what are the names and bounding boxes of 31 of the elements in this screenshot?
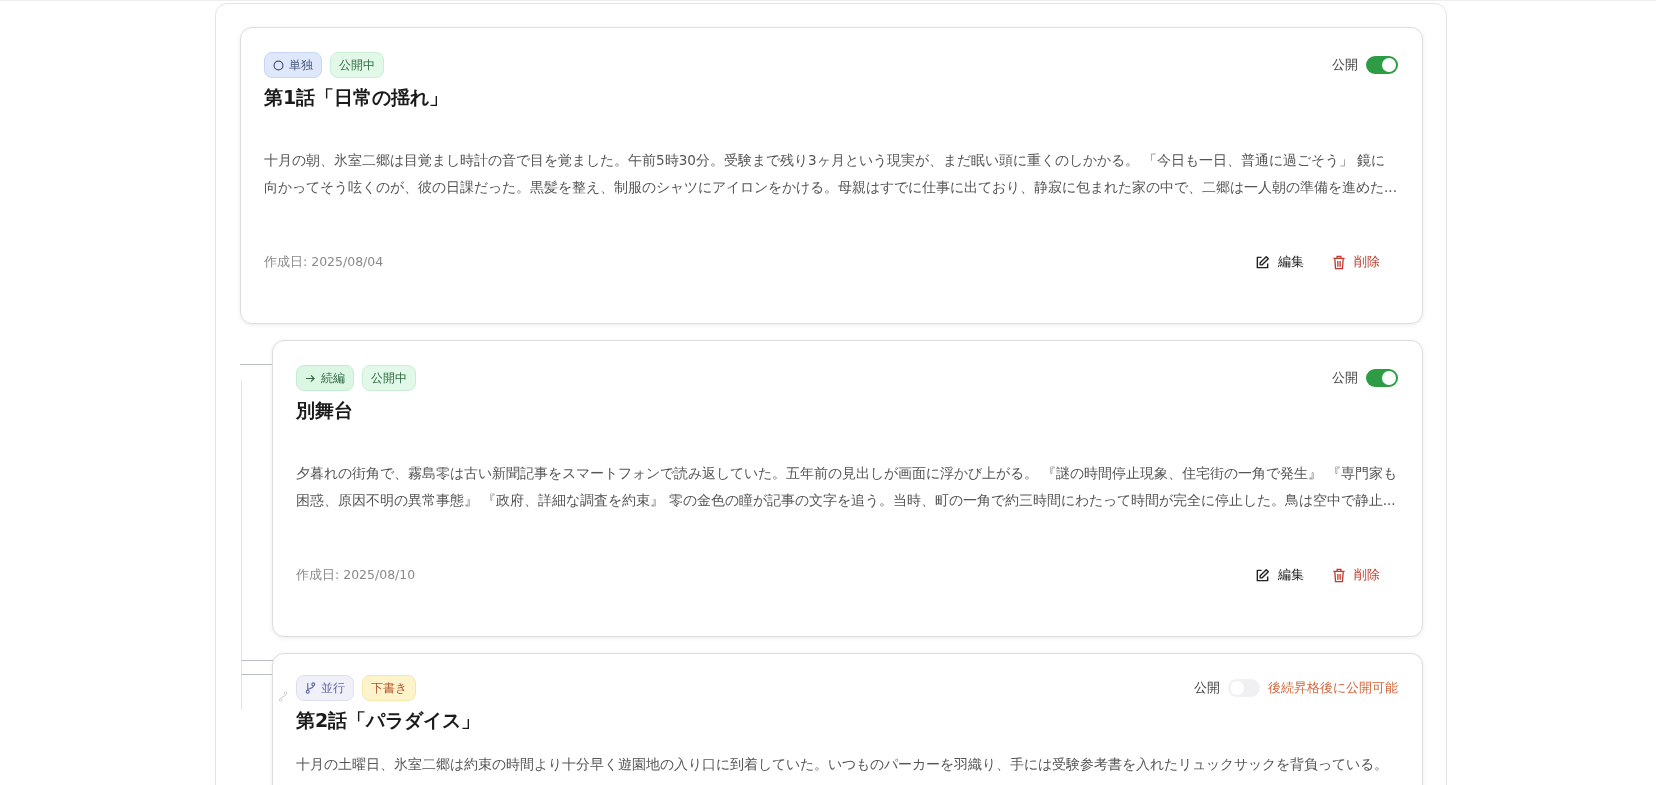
relation-tag: 単独 — [264, 52, 322, 78]
episode-title: 第2話「パラダイス」 — [296, 708, 482, 733]
created-date: 作成日: 2025/08/10 — [296, 565, 416, 584]
status-tag: 下書き — [362, 675, 416, 701]
relation-tag: 続編 — [296, 365, 354, 391]
arrow-icon — [305, 373, 316, 383]
created-date: 作成日: 2025/08/04 — [264, 252, 384, 271]
public-toggle[interactable] — [1366, 56, 1398, 74]
public-label: 公開 — [1332, 368, 1358, 387]
edit-icon — [1255, 254, 1270, 270]
trash-icon — [1332, 567, 1346, 583]
edit-button[interactable]: 編集 — [1245, 559, 1314, 591]
episode-title: 第1話「日常の揺れ」 — [264, 85, 450, 110]
status-tag: 公開中 — [330, 52, 384, 78]
trash-icon — [1332, 254, 1346, 270]
episode-title: 別舞台 — [296, 398, 354, 423]
delete-button[interactable]: 削除 — [1322, 246, 1390, 278]
delete-button[interactable]: 削除 — [1322, 559, 1390, 591]
edit-button[interactable]: 編集 — [1245, 246, 1314, 278]
public-label: 公開 — [1332, 55, 1358, 74]
publish-note: 後続昇格後に公開可能 — [1268, 678, 1398, 697]
status-tag: 公開中 — [362, 365, 416, 391]
circle-icon — [273, 59, 284, 71]
episode-synopsis: 十月の朝、氷室二郷は目覚まし時計の音で目を覚ました。午前5時30分。受験まで残り3ヶ月という現実が、まだ眠い頭に重くのしかかる。 「今日も一日、普通に過ごそう」 鏡に向かってそう呟くのが、彼の日課だった。黒髪を整え、制服のシャツにアイロンをかける。母親はすでに仕事に出ており、静寂に包まれた家の中で、二郷は一人朝の準備を進めた... — [264, 151, 1398, 197]
branch-icon — [305, 682, 316, 694]
episode-synopsis: 夕暮れの街角で、霧島零は古い新聞記事をスマートフォンで読み返していた。五年前の見出しが画面に浮かび上がる。 『謎の時間停止現象、住宅街の一角で発生』 『専門家も困惑、原因不明の異常事態』 『政府、詳細な調査を約束』 零の金色の瞳が記事の文字を追う。当時、町の一角で約三時間にわたって時間が完全に停止した。鳥は空中で静止... — [296, 464, 1398, 510]
episode-synopsis: 十月の土曜日、氷室二郷は約束の時間より十分早く遊園地の入り口に到着していた。いつものパーカーを羽織り、手には受験参考書を入れたリュックサックを背負っている。 — [296, 755, 1389, 774]
edit-icon — [1255, 567, 1270, 583]
relation-tag: 並行 — [296, 675, 354, 701]
public-label: 公開 — [1194, 678, 1220, 697]
public-toggle[interactable] — [1366, 369, 1398, 387]
